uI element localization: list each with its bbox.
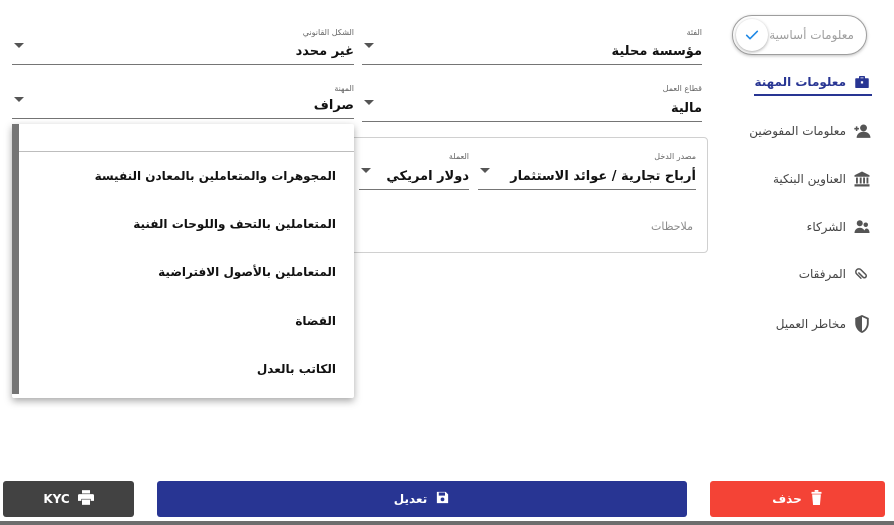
sector-select[interactable]: قطاع العمل مالية bbox=[362, 84, 702, 122]
category-value: مؤسسة محلية bbox=[611, 44, 702, 59]
dropdown-option[interactable]: الكاتب بالعدل bbox=[257, 362, 336, 376]
bottom-divider bbox=[0, 521, 894, 525]
chevron-down-icon bbox=[480, 168, 490, 173]
shield-icon bbox=[852, 314, 872, 334]
sidebar-item-label: العناوين البنكية bbox=[772, 172, 846, 186]
dropdown-scrollbar[interactable] bbox=[12, 124, 19, 394]
sidebar-item-label: الشركاء bbox=[806, 220, 846, 234]
dropdown-option[interactable]: القضاة bbox=[295, 314, 336, 328]
sidebar-item-attachments[interactable]: المرفقات bbox=[799, 262, 872, 286]
printer-icon bbox=[77, 490, 94, 508]
sidebar-item-label: مخاطر العميل bbox=[775, 317, 846, 331]
briefcase-icon bbox=[852, 72, 872, 92]
sidebar-item-partners[interactable]: الشركاء bbox=[807, 215, 872, 239]
sidebar-item-bank-addresses[interactable]: العناوين البنكية bbox=[773, 167, 872, 191]
legal-form-value: غير محدد bbox=[295, 44, 354, 59]
sidebar-item-profession-info[interactable]: معلومات المهنة bbox=[754, 72, 872, 96]
currency-value: دولار امريكي bbox=[386, 169, 469, 184]
sidebar-item-client-risks[interactable]: مخاطر العميل bbox=[776, 312, 872, 336]
profession-select[interactable]: المهنة صراف bbox=[12, 84, 354, 119]
edit-button[interactable]: تعديل bbox=[157, 481, 687, 517]
delete-button[interactable]: حذف bbox=[710, 481, 885, 517]
save-icon bbox=[435, 490, 450, 508]
trash-icon bbox=[810, 490, 823, 508]
category-select[interactable]: الفئة مؤسسة محلية bbox=[362, 28, 702, 65]
profession-dropdown: المجوهرات والمتعاملين بالمعادن النفيسة ا… bbox=[12, 124, 354, 398]
dropdown-option[interactable]: المجوهرات والمتعاملين بالمعادن النفيسة bbox=[95, 169, 336, 183]
profession-value: صراف bbox=[313, 98, 354, 113]
chevron-down-icon bbox=[14, 43, 24, 48]
bank-icon bbox=[852, 169, 872, 189]
sector-label: قطاع العمل bbox=[662, 84, 702, 93]
sidebar-item-label: المرفقات bbox=[798, 267, 846, 281]
currency-label: العملة bbox=[448, 152, 469, 161]
paperclip-icon bbox=[852, 264, 872, 284]
user-plus-icon bbox=[852, 121, 872, 141]
partners-icon bbox=[852, 217, 872, 237]
dropdown-option[interactable]: المتعاملين بالأصول الافتراضية bbox=[158, 265, 336, 279]
kyc-print-button[interactable]: KYC bbox=[3, 481, 134, 517]
sidebar-item-label: معلومات المهنة bbox=[754, 74, 846, 89]
sidebar-item-label: معلومات المفوضين bbox=[749, 124, 846, 138]
sector-value: مالية bbox=[670, 101, 702, 116]
income-section: مصدر الدخل أرباح تجارية / عوائد الاستثما… bbox=[350, 137, 708, 253]
edit-button-label: تعديل bbox=[393, 492, 428, 506]
chevron-down-icon bbox=[14, 97, 24, 102]
chevron-down-icon bbox=[364, 100, 374, 105]
kyc-button-label: KYC bbox=[43, 492, 70, 506]
legal-form-select[interactable]: الشكل القانوني غير محدد bbox=[12, 28, 354, 65]
income-source-select[interactable]: مصدر الدخل أرباح تجارية / عوائد الاستثما… bbox=[478, 152, 696, 190]
income-source-value: أرباح تجارية / عوائد الاستثمار bbox=[510, 169, 696, 184]
profession-label: المهنة bbox=[334, 84, 354, 93]
currency-select[interactable]: العملة دولار امريكي bbox=[359, 152, 469, 190]
notes-input[interactable]: ملاحظات bbox=[651, 220, 693, 233]
dropdown-option[interactable]: المتعاملين بالتحف واللوحات الفنية bbox=[133, 217, 336, 231]
step-basic-info[interactable]: معلومات أساسية bbox=[732, 15, 867, 55]
step-basic-info-label: معلومات أساسية bbox=[769, 28, 854, 42]
legal-form-label: الشكل القانوني bbox=[302, 28, 354, 37]
delete-button-label: حذف bbox=[772, 492, 802, 506]
category-label: الفئة bbox=[686, 28, 702, 37]
income-source-label: مصدر الدخل bbox=[654, 152, 696, 161]
chevron-down-icon bbox=[364, 43, 374, 48]
chevron-down-icon bbox=[361, 168, 371, 173]
check-icon bbox=[736, 19, 768, 51]
dropdown-search-input[interactable] bbox=[19, 124, 354, 152]
sidebar-item-delegates-info[interactable]: معلومات المفوضين bbox=[749, 119, 872, 143]
